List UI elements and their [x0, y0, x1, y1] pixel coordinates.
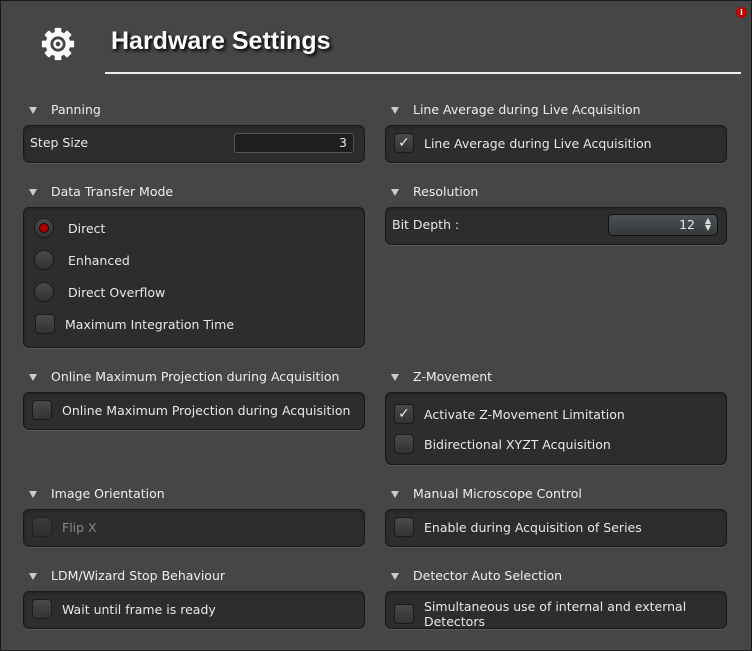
section-title: Detector Auto Selection	[413, 568, 563, 583]
section-header-image-orientation[interactable]: Image Orientation	[23, 486, 165, 501]
checkbox[interactable]	[394, 517, 414, 537]
section-header-manual-control[interactable]: Manual Microscope Control	[385, 486, 582, 501]
checkbox-wait-frame[interactable]: Wait until frame is ready	[32, 599, 216, 619]
checkbox-checked[interactable]: ✓	[394, 133, 414, 153]
checkbox[interactable]	[32, 599, 52, 619]
collapse-triangle-icon[interactable]	[29, 374, 37, 381]
section-header-panning[interactable]: Panning	[23, 102, 101, 117]
checkbox-label: Flip X	[62, 519, 97, 535]
collapse-triangle-icon[interactable]	[29, 573, 37, 580]
page-title: Hardware Settings	[111, 27, 331, 55]
radio-button[interactable]	[34, 218, 54, 238]
checkbox	[32, 517, 52, 537]
checkbox[interactable]	[35, 314, 55, 334]
checkbox-z-limitation[interactable]: ✓ Activate Z-Movement Limitation	[394, 404, 625, 424]
checkbox-simultaneous-detectors[interactable]: Simultaneous use of internal and externa…	[394, 599, 751, 629]
collapse-triangle-icon[interactable]	[29, 107, 37, 114]
checkbox-label: Bidirectional XYZT Acquisition	[424, 436, 611, 452]
radio-label: Direct Overflow	[68, 284, 166, 300]
checkbox-label: Wait until frame is ready	[62, 601, 216, 617]
section-title: Image Orientation	[51, 486, 165, 501]
section-title: Manual Microscope Control	[413, 486, 582, 501]
section-header-ldm[interactable]: LDM/Wizard Stop Behaviour	[23, 568, 225, 583]
checkbox-label: Line Average during Live Acquisition	[424, 135, 652, 151]
checkbox[interactable]	[394, 434, 414, 454]
collapse-triangle-icon[interactable]	[29, 491, 37, 498]
checkbox-label: Activate Z-Movement Limitation	[424, 406, 625, 422]
collapse-triangle-icon[interactable]	[391, 189, 399, 196]
checkbox-max-integration-time[interactable]: Maximum Integration Time	[35, 314, 234, 334]
hardware-settings-window: Hardware Settings i Panning Step Size 3 …	[0, 0, 752, 651]
section-title: Line Average during Live Acquisition	[413, 102, 641, 117]
radio-button[interactable]	[34, 250, 54, 270]
gear-icon	[41, 27, 75, 61]
step-size-input[interactable]: 3	[234, 133, 354, 153]
section-title: Resolution	[413, 184, 479, 199]
section-title: Panning	[51, 102, 101, 117]
section-header-z-movement[interactable]: Z-Movement	[385, 369, 492, 384]
checkbox-label: Simultaneous use of internal and externa…	[423, 599, 687, 629]
radio-selected-dot	[39, 223, 49, 233]
collapse-triangle-icon[interactable]	[29, 189, 37, 196]
checkbox[interactable]	[32, 400, 52, 420]
collapse-triangle-icon[interactable]	[391, 374, 399, 381]
checkbox-label: Enable during Acquisition of Series	[424, 519, 642, 535]
section-title: Z-Movement	[413, 369, 493, 384]
radio-button[interactable]	[34, 282, 54, 302]
section-title: Data Transfer Mode	[51, 184, 174, 199]
checkbox-checked[interactable]: ✓	[394, 404, 414, 424]
section-header-data-transfer-mode[interactable]: Data Transfer Mode	[23, 184, 173, 199]
bit-depth-spinbox[interactable]: 12 ▲ ▼	[608, 214, 718, 236]
checkbox-line-average[interactable]: ✓ Line Average during Live Acquisition	[394, 133, 652, 153]
section-header-detector[interactable]: Detector Auto Selection	[385, 568, 562, 583]
checkbox-enable-during-series[interactable]: Enable during Acquisition of Series	[394, 517, 642, 537]
checkbox-label: Maximum Integration Time	[65, 316, 235, 332]
collapse-triangle-icon[interactable]	[391, 573, 399, 580]
checkbox-label: Online Maximum Projection during Acquisi…	[62, 402, 351, 418]
checkbox[interactable]	[394, 604, 414, 624]
section-title: Online Maximum Projection during Acquisi…	[51, 369, 340, 384]
checkbox-online-max[interactable]: Online Maximum Projection during Acquisi…	[32, 400, 350, 420]
bit-depth-value: 12	[679, 217, 695, 232]
collapse-triangle-icon[interactable]	[391, 107, 399, 114]
collapse-triangle-icon[interactable]	[391, 491, 399, 498]
step-size-label: Step Size	[30, 135, 89, 150]
checkbox-bidirectional-xyzt[interactable]: Bidirectional XYZT Acquisition	[394, 434, 611, 454]
info-icon[interactable]: i	[736, 7, 747, 18]
radio-direct[interactable]: Direct	[34, 218, 105, 238]
bit-depth-label: Bit Depth :	[392, 217, 460, 232]
radio-direct-overflow[interactable]: Direct Overflow	[34, 282, 165, 302]
radio-enhanced[interactable]: Enhanced	[34, 250, 130, 270]
section-header-online-max[interactable]: Online Maximum Projection during Acquisi…	[23, 369, 339, 384]
spin-arrows-icon[interactable]: ▲ ▼	[705, 217, 711, 232]
title-divider	[105, 72, 741, 74]
section-title: LDM/Wizard Stop Behaviour	[51, 568, 226, 583]
checkbox-flip-x: Flip X	[32, 517, 97, 537]
section-header-resolution[interactable]: Resolution	[385, 184, 478, 199]
z-movement-panel	[385, 392, 727, 465]
radio-label: Direct	[68, 220, 106, 236]
radio-label: Enhanced	[68, 252, 130, 268]
section-header-line-average[interactable]: Line Average during Live Acquisition	[385, 102, 641, 117]
